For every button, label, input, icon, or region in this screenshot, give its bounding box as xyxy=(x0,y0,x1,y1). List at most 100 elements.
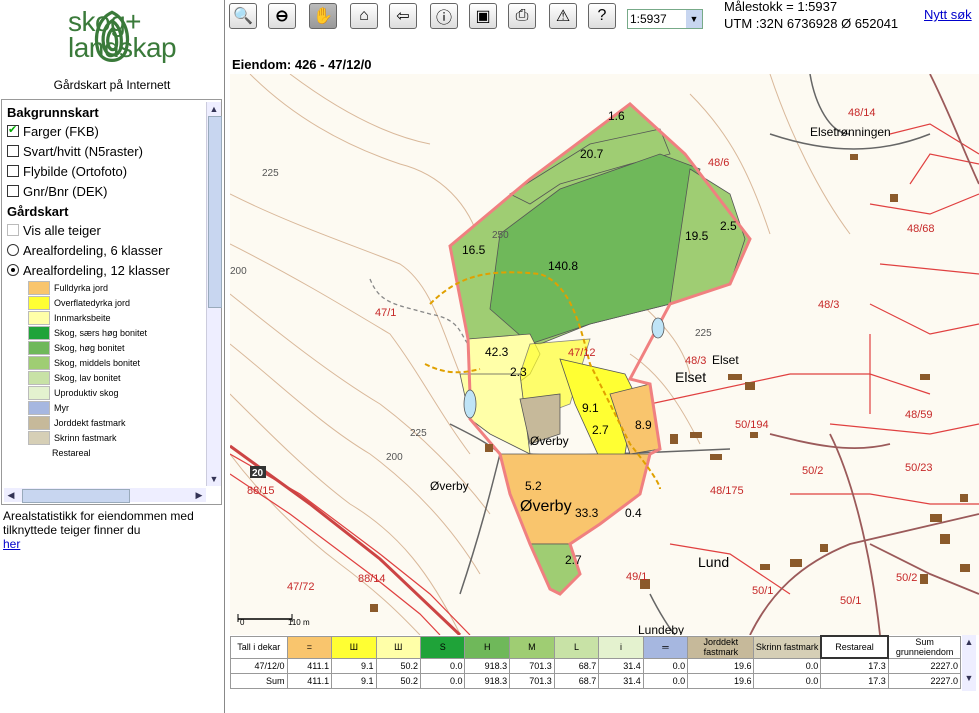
layer-label: Gnr/Bnr (DEK) xyxy=(23,183,108,199)
legend-item: Innmarksbeite xyxy=(4,310,206,325)
table-cell: 918.3 xyxy=(464,673,511,689)
save-icon: ▣ xyxy=(475,8,491,25)
save-button[interactable]: ▣ xyxy=(469,3,497,29)
zoom-out-button[interactable]: ⊖ xyxy=(268,3,296,29)
table-vertical-scrollbar[interactable]: ▲ ▼ xyxy=(962,635,976,691)
parcel-label: 50/1 xyxy=(840,595,861,607)
logo-text-line2: landskap xyxy=(68,32,177,63)
home-button[interactable]: ⌂ xyxy=(350,3,378,29)
scroll-right-icon[interactable]: ▶ xyxy=(192,488,206,502)
table-header-cell: Ш xyxy=(375,635,422,659)
contour-label: 225 xyxy=(410,428,427,439)
parcel-label: 48/6 xyxy=(708,157,729,169)
legend-item: Skog, lav bonitet xyxy=(4,370,206,385)
map-view[interactable]: 1.6 20.7 16.5 140.8 19.5 2.5 42.3 2.3 9.1 2.7 8.9 5… xyxy=(230,74,979,635)
legend-item: Skog, høg bonitet xyxy=(4,340,206,355)
legend-label: Overflatedyrka jord xyxy=(54,297,131,308)
back-button[interactable]: ⇦ xyxy=(389,3,417,29)
zoom-in-icon: 🔍 xyxy=(233,8,253,25)
warning-button[interactable]: ⚠ xyxy=(549,3,577,29)
scale-value: 1:5937 xyxy=(630,12,667,26)
radio-button[interactable] xyxy=(7,244,19,256)
help-button[interactable]: ? xyxy=(588,3,616,29)
parcel-label: 50/2 xyxy=(802,465,823,477)
legend-item: Restareal xyxy=(4,445,206,460)
legend-swatch xyxy=(28,280,50,295)
table-header-cell: Skrinn fastmark xyxy=(753,635,822,659)
property-title: Eiendom: 426 - 47/12/0 xyxy=(232,57,372,72)
layer-gnr-bnr[interactable]: Gnr/Bnr (DEK) xyxy=(4,181,206,201)
table-cell: 411.1 xyxy=(286,657,333,674)
table-header-cell: L xyxy=(553,635,600,659)
radio-12-klasser[interactable]: Arealfordeling, 12 klasser xyxy=(4,260,206,280)
place-name: Elset xyxy=(712,353,739,367)
info-button[interactable]: ⓘ xyxy=(430,3,458,29)
area-label: 0.4 xyxy=(625,506,642,520)
area-label: 5.2 xyxy=(525,479,542,493)
scalebar-left-label: 0 xyxy=(240,618,245,627)
legend-label: Restareal xyxy=(52,447,91,458)
layer-vertical-scrollbar[interactable]: ▲ ▼ xyxy=(206,102,222,486)
scroll-left-icon[interactable]: ◀ xyxy=(4,488,18,502)
table-header-cell: Restareal xyxy=(819,635,890,659)
statistics-link[interactable]: her xyxy=(3,537,20,551)
home-icon: ⌂ xyxy=(359,7,369,24)
scale-select[interactable]: 1:5937 ▼ xyxy=(627,9,703,29)
pan-button[interactable]: ✋ xyxy=(309,3,337,29)
layer-flybilde[interactable]: Flybilde (Ortofoto) xyxy=(4,161,206,181)
area-label: 140.8 xyxy=(548,259,578,273)
table-header-cell: M xyxy=(509,635,555,659)
legend-item: Fulldyrka jord xyxy=(4,280,206,295)
place-name: Elsetrønningen xyxy=(810,125,891,139)
scroll-up-icon[interactable]: ▲ xyxy=(962,635,976,649)
table-header-cell: S xyxy=(420,635,466,659)
checkbox[interactable] xyxy=(7,165,19,177)
table-cell: 47/12/0 xyxy=(230,657,288,674)
checkbox[interactable] xyxy=(7,145,19,157)
area-label: 8.9 xyxy=(635,418,652,432)
checkbox[interactable] xyxy=(7,185,19,197)
legend-label: Skog, middels bonitet xyxy=(54,357,141,368)
contour-label: 250 xyxy=(492,230,509,241)
layer-horizontal-scrollbar[interactable]: ◀ ▶ xyxy=(4,488,206,503)
parcel-label: 48/59 xyxy=(905,409,933,421)
parcel-label: 48/14 xyxy=(848,107,876,119)
radio-6-klasser[interactable]: Arealfordeling, 6 klasser xyxy=(4,240,206,260)
checkbox[interactable] xyxy=(7,224,19,236)
scroll-up-icon[interactable]: ▲ xyxy=(207,102,221,116)
place-name: Elset xyxy=(675,369,706,385)
bakgrunnskart-header: Bakgrunnskart xyxy=(7,105,99,120)
road-number: 20 xyxy=(252,468,264,479)
legend-item: Myr xyxy=(4,400,206,415)
legend-label: Skrinn fastmark xyxy=(54,432,117,443)
chevron-down-icon[interactable]: ▼ xyxy=(686,10,702,28)
radio-button[interactable] xyxy=(7,264,19,276)
checkbox[interactable] xyxy=(7,123,19,137)
layer-vis-alle-teiger[interactable]: Vis alle teiger xyxy=(4,220,206,240)
parcel-label: 88/15 xyxy=(247,485,275,497)
table-cell: 68.7 xyxy=(553,657,600,674)
new-search-link[interactable]: Nytt søk xyxy=(924,7,972,22)
legend-swatch xyxy=(28,325,50,340)
area-label: 16.5 xyxy=(462,243,486,257)
scroll-thumb[interactable] xyxy=(208,116,222,308)
table-cell: 9.1 xyxy=(331,657,377,674)
layer-label: Farger (FKB) xyxy=(23,123,99,139)
legend-label: Myr xyxy=(54,402,69,413)
table-header-cell: ═ xyxy=(642,635,689,659)
map-canvas[interactable]: 1.6 20.7 16.5 140.8 19.5 2.5 42.32.3 9.1 2.7 8.9 5… xyxy=(230,74,979,635)
table-header-row: Tall i dekar = Ш Ш S H M Li ═ Jorddekt fastmark Sk… xyxy=(230,635,962,659)
table-cell: 918.3 xyxy=(464,657,511,674)
legend-label: Jorddekt fastmark xyxy=(54,417,126,428)
layer-svart-hvitt[interactable]: Svart/hvitt (N5raster) xyxy=(4,141,206,161)
legend-swatch xyxy=(28,370,50,385)
legend-swatch xyxy=(28,400,50,415)
scroll-down-icon[interactable]: ▼ xyxy=(962,671,976,685)
legend-swatch xyxy=(28,310,50,325)
scroll-down-icon[interactable]: ▼ xyxy=(207,472,221,486)
print-button[interactable]: ⎙ xyxy=(508,3,536,29)
layer-farger[interactable]: Farger (FKB) xyxy=(4,121,206,141)
legend-swatch xyxy=(28,340,50,355)
scroll-thumb[interactable] xyxy=(22,489,130,503)
zoom-in-button[interactable]: 🔍 xyxy=(229,3,257,29)
